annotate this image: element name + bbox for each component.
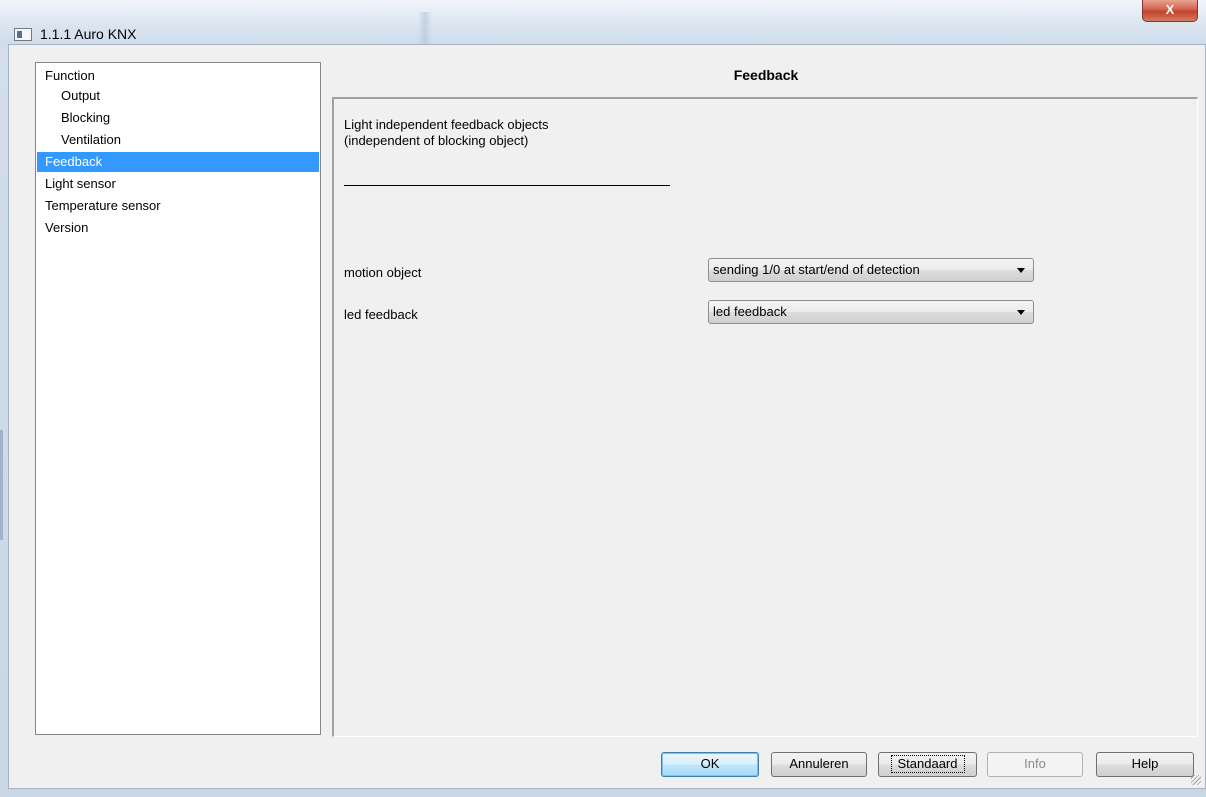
motion-object-value: sending 1/0 at start/end of detection — [713, 262, 920, 277]
tree-item-blocking[interactable]: Blocking — [37, 108, 319, 128]
tree-item-ventilation[interactable]: Ventilation — [37, 130, 319, 150]
close-button[interactable]: X — [1142, 0, 1198, 22]
ok-button[interactable]: OK — [661, 752, 759, 777]
description-line-1: Light independent feedback objects — [344, 117, 549, 132]
close-icon: X — [1165, 2, 1175, 17]
window-edge-accent — [0, 430, 3, 540]
tree-item-output[interactable]: Output — [37, 86, 319, 106]
title-bar[interactable]: 1.1.1 Auro KNX X — [0, 0, 1206, 44]
tree-item-feedback[interactable]: Feedback — [37, 152, 319, 172]
tree-item-light-sensor[interactable]: Light sensor — [37, 174, 319, 194]
ok-button-label: OK — [700, 756, 720, 771]
panel-title: Feedback — [733, 67, 799, 83]
help-button[interactable]: Help — [1096, 752, 1194, 777]
title-bar-highlight — [418, 12, 432, 44]
window-title: 1.1.1 Auro KNX — [40, 26, 137, 42]
cancel-button[interactable]: Annuleren — [771, 752, 867, 777]
tree-item-function[interactable]: Function — [37, 66, 319, 86]
motion-object-select[interactable]: sending 1/0 at start/end of detection — [708, 258, 1034, 282]
dialog-window: 1.1.1 Auro KNX X Function Output Blockin… — [0, 0, 1206, 797]
info-button-label: Info — [1024, 756, 1046, 771]
help-button-label: Help — [1131, 756, 1159, 771]
led-feedback-label: led feedback — [344, 307, 418, 322]
led-feedback-value: led feedback — [713, 304, 787, 319]
chevron-down-icon — [1017, 310, 1025, 315]
motion-object-label: motion object — [344, 265, 422, 280]
dialog-client-area: Function Output Blocking Ventilation Fee… — [8, 44, 1206, 789]
chevron-down-icon — [1017, 268, 1025, 273]
cancel-button-label: Annuleren — [789, 756, 849, 771]
tree-item-temperature-sensor[interactable]: Temperature sensor — [37, 196, 319, 216]
tree-item-version[interactable]: Version — [37, 218, 319, 238]
separator-line — [344, 185, 670, 186]
default-button[interactable]: Standaard — [878, 752, 977, 777]
parameter-tree[interactable]: Function Output Blocking Ventilation Fee… — [35, 62, 321, 735]
default-button-label: Standaard — [890, 755, 965, 773]
info-button: Info — [987, 752, 1083, 777]
parameter-panel: Light independent feedback objects (inde… — [332, 97, 1198, 737]
panel-description: Light independent feedback objects (inde… — [344, 117, 549, 149]
led-feedback-select[interactable]: led feedback — [708, 300, 1034, 324]
description-line-2: (independent of blocking object) — [344, 133, 529, 148]
resize-grip-icon[interactable] — [1191, 775, 1201, 785]
app-icon — [14, 28, 32, 41]
